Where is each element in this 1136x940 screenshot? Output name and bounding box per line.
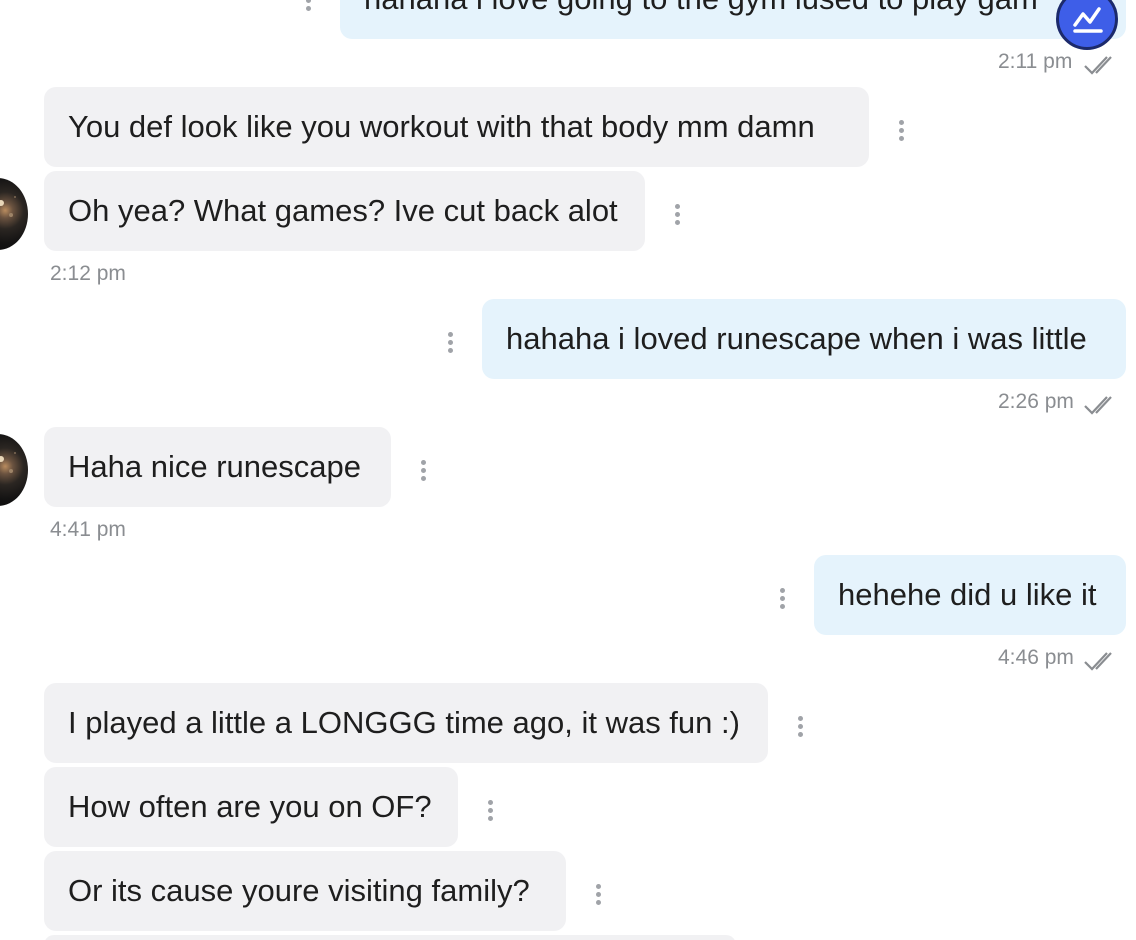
message-timestamp: 2:12 pm [50, 262, 126, 285]
incoming-message-bubble[interactable]: Oh yea? What games? Ive cut back alot [44, 171, 645, 251]
message-options-icon[interactable] [304, 0, 312, 14]
message-timestamp: 4:41 pm [50, 518, 126, 541]
message-options-icon[interactable] [897, 120, 905, 144]
message-options-icon[interactable] [419, 460, 427, 484]
double-check-icon [1084, 396, 1112, 415]
message-timestamp: 2:11 pm [998, 50, 1073, 73]
double-check-icon [1084, 652, 1112, 671]
incoming-message-bubble[interactable]: Or its cause youre visiting family? [44, 851, 566, 931]
message-options-icon[interactable] [778, 588, 786, 612]
chat-conversation: hahaha i love going to the gym iused to … [0, 0, 1136, 940]
outgoing-message-bubble[interactable]: hahaha i love going to the gym iused to … [340, 0, 1126, 39]
message-options-icon[interactable] [796, 716, 804, 740]
stats-fab-button[interactable] [1056, 0, 1118, 50]
message-options-icon[interactable] [673, 204, 681, 228]
incoming-message-bubble[interactable]: I played a little a LONGGG time ago, it … [44, 683, 768, 763]
outgoing-message-bubble[interactable]: hahaha i loved runescape when i was litt… [482, 299, 1126, 379]
outgoing-message-bubble[interactable]: hehehe did u like it [814, 555, 1126, 635]
incoming-message-bubble[interactable]: You def look like you workout with that … [44, 87, 869, 167]
message-timestamp: 2:26 pm [998, 390, 1074, 413]
stats-line-icon [1073, 7, 1103, 33]
message-timestamp: 4:46 pm [998, 646, 1074, 669]
incoming-message-bubble[interactable]: How often are you on OF? [44, 767, 458, 847]
message-options-icon[interactable] [486, 800, 494, 824]
incoming-message-bubble[interactable]: Haha nice runescape [44, 427, 391, 507]
incoming-message-bubble-partial[interactable] [44, 935, 736, 940]
contact-avatar[interactable] [0, 178, 28, 250]
message-options-icon[interactable] [446, 332, 454, 356]
contact-avatar[interactable] [0, 434, 28, 506]
message-options-icon[interactable] [594, 884, 602, 908]
double-check-icon [1084, 56, 1112, 75]
